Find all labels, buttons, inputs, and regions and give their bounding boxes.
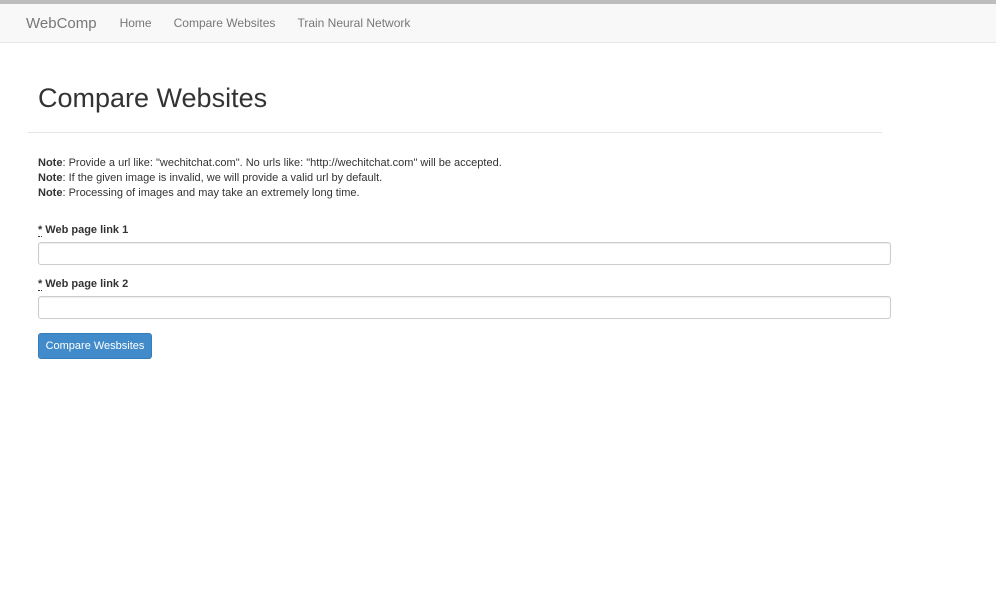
- note-line: Note: Provide a url like: "wechitchat.co…: [38, 156, 502, 171]
- note-label: Note: [38, 157, 63, 169]
- page-title: Compare Websites: [38, 83, 268, 113]
- required-mark: *: [38, 278, 43, 291]
- web-page-link-2-input[interactable]: [38, 296, 891, 319]
- note-text: : If the given image is invalid, we will…: [62, 172, 383, 184]
- brand-link[interactable]: WebComp: [26, 15, 97, 32]
- note-line: Note: If the given image is invalid, we …: [38, 171, 502, 186]
- note-text: : Provide a url like: "wechitchat.com". …: [62, 157, 502, 169]
- compare-websites-button[interactable]: Compare Wesbsites: [38, 333, 152, 359]
- field-label-text: Web page link 2: [45, 278, 129, 290]
- note-text: : Processing of images and may take an e…: [62, 187, 360, 199]
- required-mark: *: [38, 224, 43, 237]
- nav-home[interactable]: Home: [120, 16, 152, 30]
- note-label: Note: [38, 187, 63, 199]
- nav-train-neural-network[interactable]: Train Neural Network: [297, 16, 410, 30]
- web-page-link-1-input[interactable]: [38, 242, 891, 265]
- web-page-link-1-label: * Web page link 1: [38, 224, 129, 237]
- nav-compare-websites[interactable]: Compare Websites: [174, 16, 276, 30]
- navbar: WebComp Home Compare Websites Train Neur…: [0, 4, 996, 43]
- note-line: Note: Processing of images and may take …: [38, 186, 502, 201]
- notes-block: Note: Provide a url like: "wechitchat.co…: [38, 156, 502, 201]
- title-divider: [28, 132, 882, 133]
- field-label-text: Web page link 1: [45, 224, 129, 236]
- web-page-link-2-label: * Web page link 2: [38, 278, 129, 291]
- note-label: Note: [38, 172, 63, 184]
